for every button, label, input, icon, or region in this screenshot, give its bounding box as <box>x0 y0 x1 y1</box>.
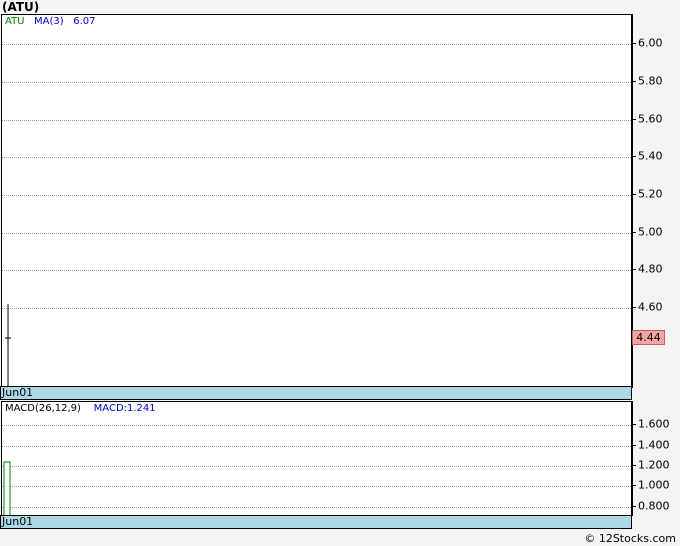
macd-tick-label: 1.600 <box>638 417 670 431</box>
price-tick-mark <box>632 156 636 158</box>
macd-bar <box>3 461 11 517</box>
chart-title: (ATU) <box>2 0 40 14</box>
macd-plot <box>3 461 11 517</box>
price-date-label: Jun01 <box>2 386 34 399</box>
macd-tick-mark <box>632 444 636 446</box>
price-tick-label: 5.20 <box>638 187 663 201</box>
price-tick-mark <box>632 231 636 233</box>
macd-tick-label: 1.400 <box>638 438 670 452</box>
price-tick-label: 5.60 <box>638 112 663 126</box>
price-date-axis: Jun01 <box>0 386 632 400</box>
macd-date-axis: Jun01 <box>0 515 632 529</box>
price-tick-label: 4.80 <box>638 262 663 276</box>
macd-tick-label: 1.200 <box>638 458 670 472</box>
macd-panel: MACD(26,12,9) MACD:1.241 <box>1 401 632 517</box>
macd-tick-label: 1.000 <box>638 478 670 492</box>
price-tick-mark <box>632 269 636 271</box>
price-tick-label: 4.60 <box>638 300 663 314</box>
macd-tick-mark <box>632 485 636 487</box>
price-tick-mark <box>632 306 636 308</box>
price-tick-mark <box>632 118 636 120</box>
macd-date-label: Jun01 <box>2 515 34 528</box>
price-tick-label: 6.00 <box>638 36 663 50</box>
last-price-marker: 4.44 <box>632 330 665 346</box>
macd-tick-mark <box>632 505 636 507</box>
macd-tick-mark <box>632 424 636 426</box>
footer-credit: © 12Stocks.com <box>584 532 676 545</box>
price-tick-label: 5.00 <box>638 225 663 239</box>
price-tick-mark <box>632 193 636 195</box>
price-tick-mark <box>632 43 636 45</box>
price-plot <box>5 304 11 387</box>
macd-tick-label: 0.800 <box>638 499 670 513</box>
macd-axis-line <box>632 401 633 516</box>
price-tick-label: 5.80 <box>638 74 663 88</box>
macd-tick-mark <box>632 465 636 467</box>
price-tick-label: 5.40 <box>638 149 663 163</box>
price-tick-mark <box>632 80 636 82</box>
price-panel: ATU MA(3) 6.07 <box>1 14 632 388</box>
